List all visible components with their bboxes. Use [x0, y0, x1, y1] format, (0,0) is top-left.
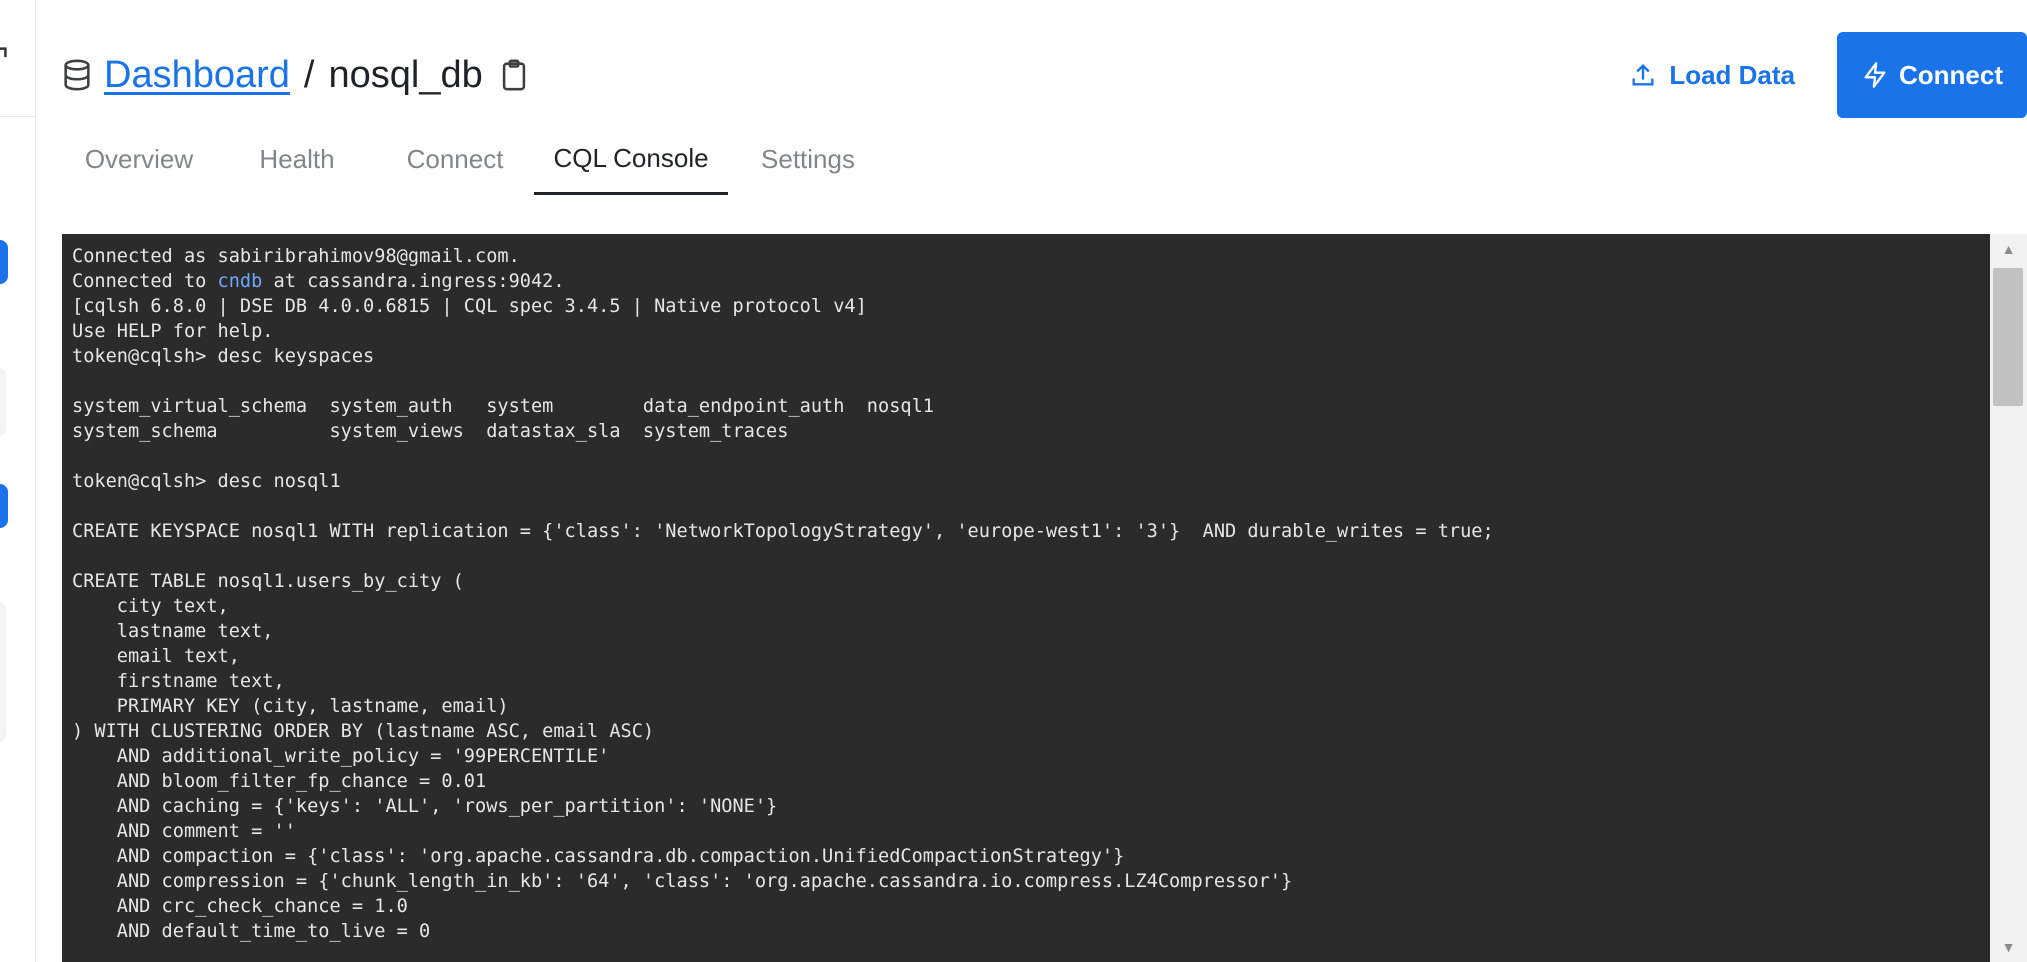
tab-connect[interactable]: Connect	[376, 124, 534, 195]
console-line: city text,	[72, 596, 229, 617]
console-line: AND compression = {'chunk_length_in_kb':…	[72, 871, 1293, 892]
console-line: AND compaction = {'class': 'org.apache.c…	[72, 846, 1125, 867]
console-highlight: cndb	[217, 271, 263, 292]
console-line: token@cqlsh> desc nosql1	[72, 471, 341, 492]
tab-bar: Overview Health Connect CQL Console Sett…	[60, 124, 888, 195]
console-line: AND caching = {'keys': 'ALL', 'rows_per_…	[72, 796, 778, 817]
tab-health[interactable]: Health	[218, 124, 376, 195]
console-line: CREATE TABLE nosql1.users_by_city (	[72, 571, 464, 592]
sidebar-item-highlight[interactable]	[0, 484, 8, 528]
clipboard-icon[interactable]	[497, 57, 531, 93]
breadcrumb-separator: /	[303, 53, 315, 96]
console-output[interactable]: Connected as sabiribrahimov98@gmail.com.…	[62, 234, 1990, 962]
console-line: system_virtual_schema system_auth system…	[72, 396, 934, 417]
console-line: PRIMARY KEY (city, lastname, email)	[72, 696, 509, 717]
header-actions: Load Data Connect	[1605, 32, 2027, 118]
sidebar-divider	[0, 116, 36, 117]
sidebar-card[interactable]	[0, 602, 6, 742]
console-line: AND bloom_filter_fp_chance = 0.01	[72, 771, 487, 792]
database-icon	[64, 59, 90, 91]
load-data-label: Load Data	[1669, 59, 1795, 90]
console-line: Connected as sabiribrahimov98@gmail.com.	[72, 246, 520, 267]
console-line: CREATE KEYSPACE nosql1 WITH replication …	[72, 521, 1494, 542]
bolt-icon	[1864, 62, 1886, 88]
console-line: [cqlsh 6.8.0 | DSE DB 4.0.0.6815 | CQL s…	[72, 296, 867, 317]
database-name: nosql_db	[328, 53, 483, 96]
connect-button[interactable]: Connect	[1837, 32, 2027, 118]
scroll-thumb[interactable]	[1993, 268, 2023, 406]
upload-icon	[1632, 64, 1654, 86]
page-header: Dashboard / nosql_db Load Data Connect O…	[36, 0, 2027, 195]
console-line: Use HELP for help.	[72, 321, 274, 342]
console-line: AND additional_write_policy = '99PERCENT…	[72, 746, 610, 767]
tab-settings[interactable]: Settings	[728, 124, 888, 195]
sidebar-item-active[interactable]	[0, 240, 8, 284]
console-line: AND default_time_to_live = 0	[72, 921, 431, 942]
left-sidebar	[0, 0, 36, 962]
chevron-icon[interactable]	[0, 40, 12, 60]
console-text: Connected as sabiribrahimov98@gmail.com.…	[72, 244, 1980, 944]
breadcrumb: Dashboard / nosql_db	[60, 52, 531, 98]
tab-cql-console[interactable]: CQL Console	[534, 124, 728, 195]
console-line: token@cqlsh> desc keyspaces	[72, 346, 375, 367]
load-data-button[interactable]: Load Data	[1605, 32, 1819, 118]
console-line: system_schema system_views datastax_sla …	[72, 421, 789, 442]
scroll-down-arrow-icon[interactable]: ▼	[1990, 932, 2027, 962]
console-scrollbar[interactable]: ▲ ▼	[1990, 234, 2027, 962]
connect-label: Connect	[1899, 59, 2003, 90]
breadcrumb-dashboard-link[interactable]: Dashboard	[104, 54, 290, 97]
sidebar-card[interactable]	[0, 368, 6, 436]
console-line: AND crc_check_chance = 1.0	[72, 896, 408, 917]
tab-overview[interactable]: Overview	[60, 124, 218, 195]
scroll-up-arrow-icon[interactable]: ▲	[1990, 234, 2027, 264]
console-line: ) WITH CLUSTERING ORDER BY (lastname ASC…	[72, 721, 655, 742]
console-line: Connected to cndb at cassandra.ingress:9…	[72, 271, 565, 292]
console-line: AND comment = ''	[72, 821, 296, 842]
console-line: firstname text,	[72, 671, 285, 692]
console-line: lastname text,	[72, 621, 274, 642]
console-line: email text,	[72, 646, 240, 667]
cql-console: Connected as sabiribrahimov98@gmail.com.…	[62, 234, 2027, 962]
